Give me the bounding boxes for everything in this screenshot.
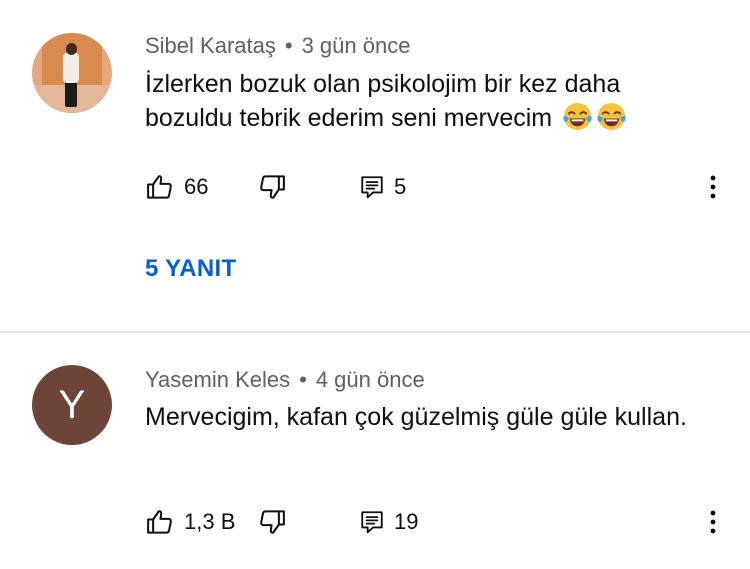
like-count: 1,3 B [184, 509, 236, 534]
more-options-button[interactable] [705, 170, 721, 204]
reply-button[interactable]: 19 [359, 505, 418, 539]
comment-item: Y Yasemin Keles • 4 gün önce Mervecigim, k… [0, 333, 750, 569]
more-options-button[interactable] [705, 505, 721, 539]
comment-time: 3 gün önce [301, 33, 411, 58]
meta-separator: • [284, 33, 293, 58]
avatar[interactable]: Y [32, 365, 112, 445]
reply-count: 19 [394, 509, 419, 534]
reply-count: 5 [394, 174, 407, 199]
dislike-button[interactable] [257, 505, 287, 539]
reply-button[interactable]: 5 [359, 170, 406, 204]
avatar-photo-person [65, 81, 77, 107]
dislike-button[interactable] [257, 170, 287, 204]
comment-actions: 66 5 [145, 170, 725, 204]
more-vertical-icon [710, 175, 716, 199]
avatar[interactable] [32, 33, 112, 113]
reply-icon [361, 511, 383, 534]
thumbs-up-icon [147, 175, 172, 199]
reply-icon [361, 176, 383, 199]
like-button[interactable]: 66 [145, 170, 208, 204]
comment-actions: 1,3 B 19 [145, 505, 725, 539]
thumbs-down-icon [260, 510, 285, 534]
thumbs-up-icon [147, 510, 172, 534]
face-with-tears-of-joy-icon [597, 102, 626, 131]
comment-time: 4 gün önce [315, 367, 425, 392]
comment-meta: Yasemin Keles • 4 gün önce [145, 367, 425, 393]
face-with-tears-of-joy-icon [563, 102, 592, 131]
comment-text-block: Mervecigim, kafan çok güzelmiş güle güle… [145, 400, 705, 434]
comment-text-block: İzlerken bozuk olan psikolojim bir kez d… [145, 67, 705, 135]
meta-separator: • [299, 367, 307, 392]
comment-author[interactable]: Sibel Karataş [145, 33, 276, 58]
thumbs-down-icon [260, 175, 285, 199]
view-replies-button[interactable]: 5 YANIT [145, 255, 236, 283]
comment-meta: Sibel Karataş • 3 gün önce [145, 33, 410, 59]
avatar-photo-person [66, 43, 77, 55]
comment-text: İzlerken bozuk olan psikolojim bir kez d… [145, 70, 621, 132]
avatar-photo-person [63, 53, 79, 83]
comment-text: Mervecigim, kafan çok güzelmiş güle güle… [145, 403, 687, 431]
like-button[interactable]: 1,3 B [145, 505, 235, 539]
avatar-letter: Y [58, 383, 86, 427]
like-count: 66 [184, 174, 209, 199]
comment-item: Sibel Karataş • 3 gün önce İzlerken bozuk … [0, 0, 750, 331]
comment-author[interactable]: Yasemin Keles [145, 367, 290, 392]
more-vertical-icon [710, 510, 716, 534]
